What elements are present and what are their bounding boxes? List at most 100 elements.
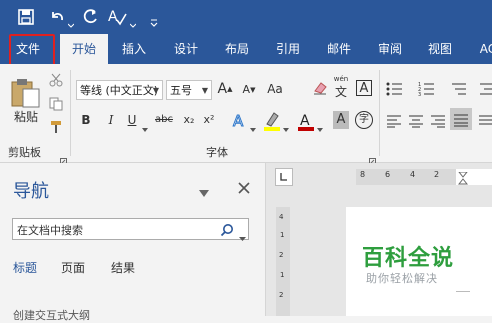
spelling-icon[interactable]: A <box>108 8 128 26</box>
paste-label[interactable]: 粘贴 <box>10 108 42 126</box>
bullets-icon[interactable] <box>386 81 404 97</box>
nav-tab-headings[interactable]: 标题 <box>13 259 37 276</box>
watermark-title: 百科全说 <box>362 246 455 271</box>
align-left-icon[interactable] <box>386 113 402 128</box>
enclose-characters-button[interactable]: 字 <box>355 111 373 129</box>
indent-marker-icon[interactable] <box>457 171 469 185</box>
tab-stop-icon <box>280 173 287 181</box>
tab-view[interactable]: 视图 <box>420 34 460 64</box>
superscript-button[interactable]: x² <box>201 111 217 129</box>
group-separator <box>70 70 71 156</box>
ruler-number: 6 <box>385 170 391 179</box>
decrease-indent-icon[interactable] <box>478 81 492 97</box>
chevron-down-icon: ▼ <box>152 86 159 95</box>
justify-icon <box>453 112 469 127</box>
font-color-icon: A <box>297 111 315 131</box>
tab-selector-button[interactable] <box>275 168 293 186</box>
font-family-select[interactable]: 等线 (中文正文) ▼ <box>76 80 163 100</box>
close-icon[interactable] <box>238 179 250 194</box>
tab-design[interactable]: 设计 <box>166 34 206 64</box>
redo-icon[interactable] <box>83 9 99 25</box>
text-effects-button[interactable]: A <box>232 111 258 132</box>
tab-insert[interactable]: 插入 <box>114 34 154 64</box>
cut-icon[interactable] <box>49 72 63 87</box>
shrink-font-icon: A <box>242 83 251 96</box>
grow-font-button[interactable]: A▲ <box>217 80 233 98</box>
text-effects-icon: A <box>232 111 248 131</box>
underline-button[interactable]: U <box>124 111 140 129</box>
ruler-number: 4 <box>279 213 284 221</box>
ruler-number: 2 <box>434 170 440 179</box>
quick-access-toolbar: A <box>0 0 492 34</box>
nav-tab-pages[interactable]: 页面 <box>61 259 85 276</box>
character-shading-button[interactable]: A <box>333 111 349 129</box>
subscript-button[interactable]: x₂ <box>181 111 197 129</box>
chevron-down-icon <box>283 118 289 132</box>
font-color-button[interactable]: A <box>296 111 324 132</box>
watermark-subtitle: 助你轻松解决 <box>366 272 438 285</box>
svg-text:3: 3 <box>418 92 421 97</box>
shrink-font-button[interactable]: A▼ <box>241 81 257 99</box>
undo-icon[interactable] <box>49 9 65 25</box>
character-border-button[interactable]: A <box>356 80 372 96</box>
search-dropdown-icon[interactable] <box>239 227 246 241</box>
font-size-select[interactable]: 五号 ▼ <box>166 80 212 100</box>
ruler-number: 1 <box>280 271 285 279</box>
tab-ac[interactable]: AC <box>473 34 492 64</box>
ruler-number: 1 <box>280 231 285 239</box>
chevron-down-icon <box>317 118 323 132</box>
svg-text:A: A <box>108 9 118 25</box>
multilevel-list-icon[interactable] <box>450 81 468 97</box>
chevron-down-icon: ▼ <box>201 86 208 95</box>
italic-button[interactable]: I <box>103 111 119 129</box>
ruler-number: 2 <box>279 251 284 259</box>
paste-icon[interactable] <box>10 76 42 108</box>
ruler-number: 4 <box>410 170 416 179</box>
align-center-icon[interactable] <box>408 113 424 128</box>
horizontal-ruler: 8 6 4 2 2 <box>356 169 492 185</box>
font-family-value: 等线 (中文正文) <box>80 84 159 97</box>
clipboard-launcher-icon[interactable] <box>60 150 67 165</box>
tab-home[interactable]: 开始 <box>60 34 108 65</box>
enclose-characters-icon: 字 <box>359 114 369 125</box>
search-input[interactable]: 在文档中搜索 <box>12 218 249 241</box>
font-launcher-icon[interactable] <box>369 150 376 165</box>
tab-review[interactable]: 审阅 <box>370 34 410 64</box>
nav-options-icon[interactable] <box>199 183 209 197</box>
highlight-color-button[interactable] <box>262 111 290 132</box>
clear-formatting-icon[interactable] <box>312 80 328 96</box>
search-icon[interactable] <box>220 222 234 237</box>
search-placeholder: 在文档中搜索 <box>17 224 83 237</box>
strikethrough-button[interactable]: abc <box>153 111 175 129</box>
tab-layout[interactable]: 布局 <box>217 34 257 64</box>
character-border-icon: A <box>359 81 369 96</box>
underline-dropdown-icon[interactable] <box>142 118 148 132</box>
tab-references[interactable]: 引用 <box>268 34 308 64</box>
clipboard-group-label: 剪贴板 <box>8 146 41 159</box>
group-separator <box>379 70 380 156</box>
customize-icon[interactable] <box>150 12 158 27</box>
margin-corner-mark <box>456 291 470 292</box>
grow-font-icon: A <box>217 81 228 97</box>
bold-button[interactable]: B <box>78 111 94 129</box>
justify-button[interactable] <box>450 108 472 130</box>
save-icon[interactable] <box>18 9 34 25</box>
nav-pane-title: 导航 <box>13 181 49 202</box>
nav-tab-results[interactable]: 结果 <box>111 259 135 276</box>
font-group-label: 字体 <box>206 146 228 159</box>
spelling-dropdown-icon[interactable] <box>129 14 137 28</box>
change-case-button[interactable]: Aa <box>263 80 287 98</box>
numbering-icon[interactable]: 123 <box>418 81 436 98</box>
phonetic-guide-button[interactable]: wén 文 <box>331 75 351 101</box>
align-right-icon[interactable] <box>430 113 446 128</box>
distributed-icon[interactable] <box>478 113 492 127</box>
copy-icon[interactable] <box>49 96 63 111</box>
change-case-icon: Aa <box>267 82 283 96</box>
undo-dropdown-icon[interactable] <box>67 14 75 28</box>
ribbon-home: 粘贴 剪贴板 等线 (中文正文) ▼ 五号 ▼ A▲ A▼ Aa wén 文 A… <box>0 64 492 165</box>
format-painter-icon[interactable] <box>49 119 63 133</box>
tab-mailings[interactable]: 邮件 <box>319 34 359 64</box>
chevron-down-icon <box>250 118 256 132</box>
ruler-number: 8 <box>360 170 366 179</box>
svg-text:A: A <box>300 113 310 129</box>
